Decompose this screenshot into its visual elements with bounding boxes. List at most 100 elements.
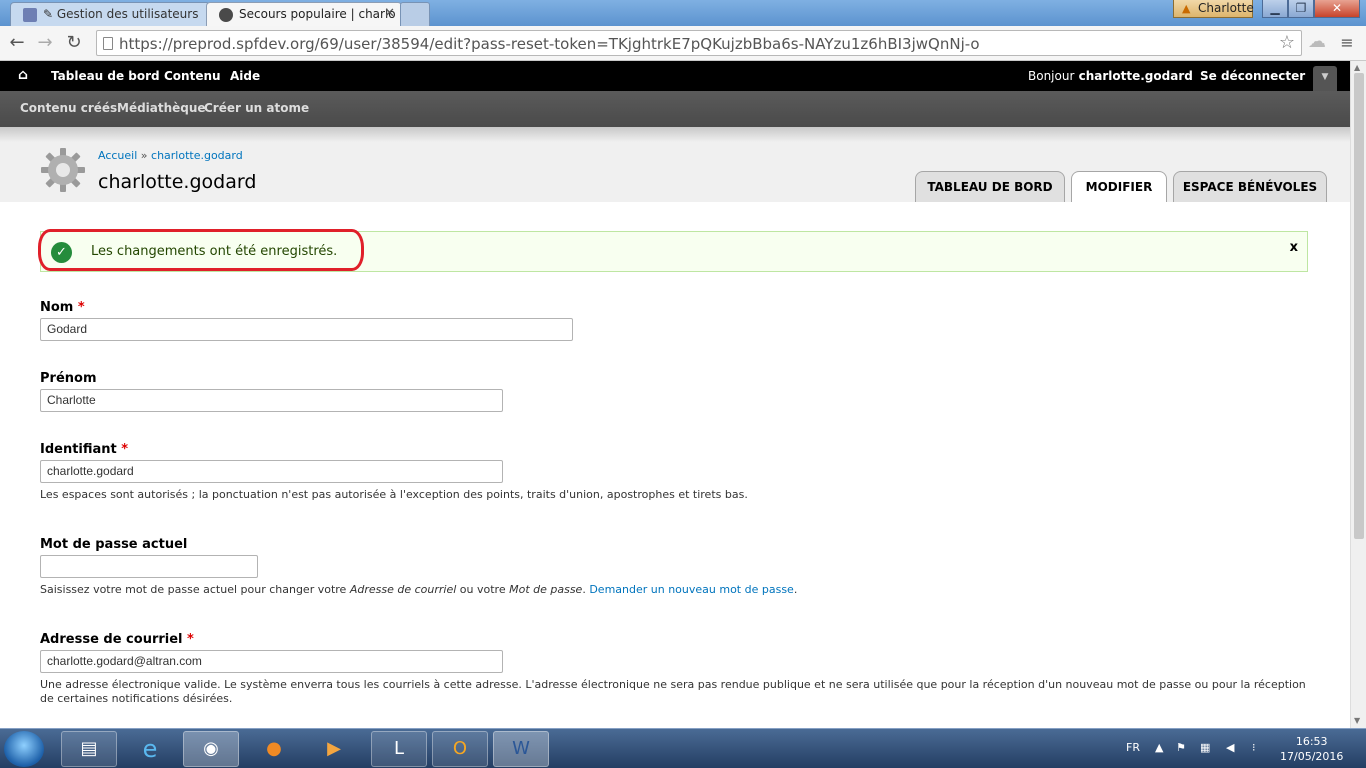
email-label-text: Adresse de courriel	[40, 632, 183, 647]
status-message: ✓ Les changements ont été enregistrés. x	[40, 231, 1308, 272]
admin-menu-help[interactable]: Aide	[230, 69, 260, 83]
notification-icon[interactable]: ⁝	[1252, 741, 1256, 754]
identifiant-input[interactable]: charlotte.godard	[40, 460, 503, 483]
main-content: ✓ Les changements ont été enregistrés. x…	[0, 202, 1350, 728]
greeting: Bonjour charlotte.godard	[1028, 69, 1193, 83]
word-icon[interactable]: W	[493, 731, 549, 767]
current-password-input[interactable]	[40, 555, 258, 578]
required-marker: *	[121, 442, 129, 457]
browser-tab-secours[interactable]: Secours populaire | charlo ✕	[206, 2, 402, 26]
logout-link[interactable]: Se déconnecter	[1200, 69, 1305, 83]
scroll-down-icon[interactable]: ▼	[1354, 716, 1360, 725]
request-new-password-link[interactable]: Demander un nouveau mot de passe	[589, 583, 794, 596]
scrollbar-thumb[interactable]	[1354, 73, 1364, 539]
breadcrumb-home[interactable]: Accueil	[98, 149, 137, 162]
bookmark-star-icon[interactable]: ☆	[1279, 32, 1295, 53]
outlook-icon[interactable]: O	[432, 731, 488, 767]
current-username[interactable]: charlotte.godard	[1079, 69, 1193, 83]
network-icon[interactable]: ▦	[1200, 741, 1210, 754]
tab-modifier[interactable]: MODIFIER	[1071, 171, 1167, 202]
password-desc-mid: ou votre	[459, 583, 506, 596]
required-marker: *	[77, 300, 85, 315]
shortcut-contenu-crees[interactable]: Contenu créés	[20, 101, 117, 115]
warning-icon: ▲	[1182, 2, 1191, 15]
shortcut-mediatheque[interactable]: Médiathèque	[117, 101, 206, 115]
page-icon	[103, 37, 113, 50]
firefox-icon[interactable]: ●	[246, 731, 302, 767]
breadcrumb-user[interactable]: charlotte.godard	[151, 149, 243, 162]
prenom-input[interactable]: Charlotte	[40, 389, 503, 412]
home-icon[interactable]: ⌂	[18, 67, 28, 83]
check-icon: ✓	[51, 242, 72, 263]
media-player-icon[interactable]: ▶	[306, 731, 362, 767]
show-hidden-icons-icon[interactable]: ▲	[1155, 741, 1163, 754]
page-title: charlotte.godard	[98, 171, 257, 193]
browser-tab-gestion[interactable]: ✎ Gestion des utilisateurs	[10, 2, 210, 26]
chrome-icon[interactable]: ◉	[183, 731, 239, 767]
drupal-favicon-icon	[219, 8, 233, 22]
clock-time: 16:53	[1295, 735, 1328, 748]
nom-label-text: Nom	[40, 300, 74, 315]
reload-icon[interactable]: ↻	[63, 32, 85, 54]
extension-icon[interactable]: ☁	[1306, 31, 1328, 53]
shortcut-bar: Contenu créés Médiathèque Créer un atome	[0, 91, 1350, 127]
password-desc-email: Adresse de courriel	[349, 583, 457, 596]
admin-menu-content[interactable]: Contenu	[164, 69, 221, 83]
clock-date: 17/05/2016	[1280, 750, 1344, 763]
action-center-flag-icon[interactable]: ⚑	[1176, 741, 1186, 754]
admin-menu-dashboard[interactable]: Tableau de bord	[51, 69, 160, 83]
password-desc-password: Mot de passe	[509, 583, 583, 596]
identifiant-label-text: Identifiant	[40, 442, 117, 457]
lync-icon[interactable]: L	[371, 731, 427, 767]
profile-name: Charlotte	[1198, 1, 1254, 15]
nom-input[interactable]: Godard	[40, 318, 573, 341]
prenom-label: Prénom	[40, 371, 97, 386]
tab-close-icon[interactable]: ✕	[384, 3, 395, 25]
status-text: Les changements ont été enregistrés.	[91, 244, 338, 259]
chrome-menu-icon[interactable]: ≡	[1336, 32, 1358, 54]
password-label: Mot de passe actuel	[40, 537, 188, 552]
email-description: Une adresse électronique valide. Le syst…	[40, 678, 1306, 705]
tab-title: ✎ Gestion des utilisateurs	[43, 7, 199, 21]
volume-icon[interactable]: ◀	[1226, 741, 1234, 754]
page-scrollbar[interactable]: ▲ ▼	[1350, 61, 1366, 728]
folder-icon[interactable]: ▤	[61, 731, 117, 767]
minimize-button[interactable]: ▁	[1262, 0, 1288, 18]
password-description: Saisissez votre mot de passe actuel pour…	[40, 583, 798, 596]
email-input[interactable]: charlotte.godard@altran.com	[40, 650, 503, 673]
gear-icon	[41, 148, 85, 192]
shortcut-creer-atome[interactable]: Créer un atome	[204, 101, 309, 115]
address-url[interactable]: https://preprod.spfdev.org/69/user/38594…	[119, 35, 980, 53]
shortcuts-toggle-icon[interactable]: ▼	[1313, 66, 1337, 91]
maximize-button[interactable]: ❐	[1288, 0, 1314, 18]
browser-tabstrip: ✎ Gestion des utilisateurs Secours popul…	[0, 0, 1366, 26]
mail-favicon-icon	[23, 8, 37, 22]
identifiant-label: Identifiant *	[40, 442, 128, 457]
email-label: Adresse de courriel *	[40, 632, 194, 647]
close-window-button[interactable]: ✕	[1314, 0, 1360, 18]
required-marker: *	[187, 632, 194, 647]
windows-start-icon[interactable]	[4, 731, 44, 767]
language-indicator[interactable]: FR	[1126, 741, 1140, 754]
chrome-profile-badge[interactable]: ▲ Charlotte	[1173, 0, 1254, 18]
breadcrumb-separator: »	[140, 149, 148, 162]
forward-icon[interactable]: →	[34, 32, 56, 54]
nom-label: Nom *	[40, 300, 85, 315]
breadcrumb: Accueil » charlotte.godard	[98, 149, 243, 162]
page-header: Accueil » charlotte.godard charlotte.god…	[0, 127, 1350, 202]
scroll-up-icon[interactable]: ▲	[1354, 63, 1360, 72]
close-message-button[interactable]: x	[1290, 240, 1298, 255]
browser-toolbar: ← → ↻ https://preprod.spfdev.org/69/user…	[0, 26, 1366, 61]
internet-explorer-icon[interactable]: e	[122, 731, 178, 767]
address-bar[interactable]: https://preprod.spfdev.org/69/user/38594…	[96, 30, 1302, 56]
tab-tableau-de-bord[interactable]: TABLEAU DE BORD	[915, 171, 1065, 202]
password-desc-prefix: Saisissez votre mot de passe actuel pour…	[40, 583, 347, 596]
tab-title: Secours populaire | charlo	[239, 7, 396, 21]
system-clock[interactable]: 16:53 17/05/2016	[1280, 734, 1343, 764]
windows-taskbar: ▤ e ◉ ● ▶ L O W FR ▲ ⚑ ▦ ◀ ⁝ 16:53 17/05…	[0, 728, 1366, 768]
greeting-text: Bonjour	[1028, 69, 1075, 83]
tab-espace-benevoles[interactable]: ESPACE BÉNÉVOLES	[1173, 171, 1327, 202]
new-tab-button[interactable]	[400, 2, 430, 26]
back-icon[interactable]: ←	[6, 32, 28, 54]
admin-toolbar: ⌂ Tableau de bord Contenu Aide Bonjour c…	[0, 61, 1350, 91]
